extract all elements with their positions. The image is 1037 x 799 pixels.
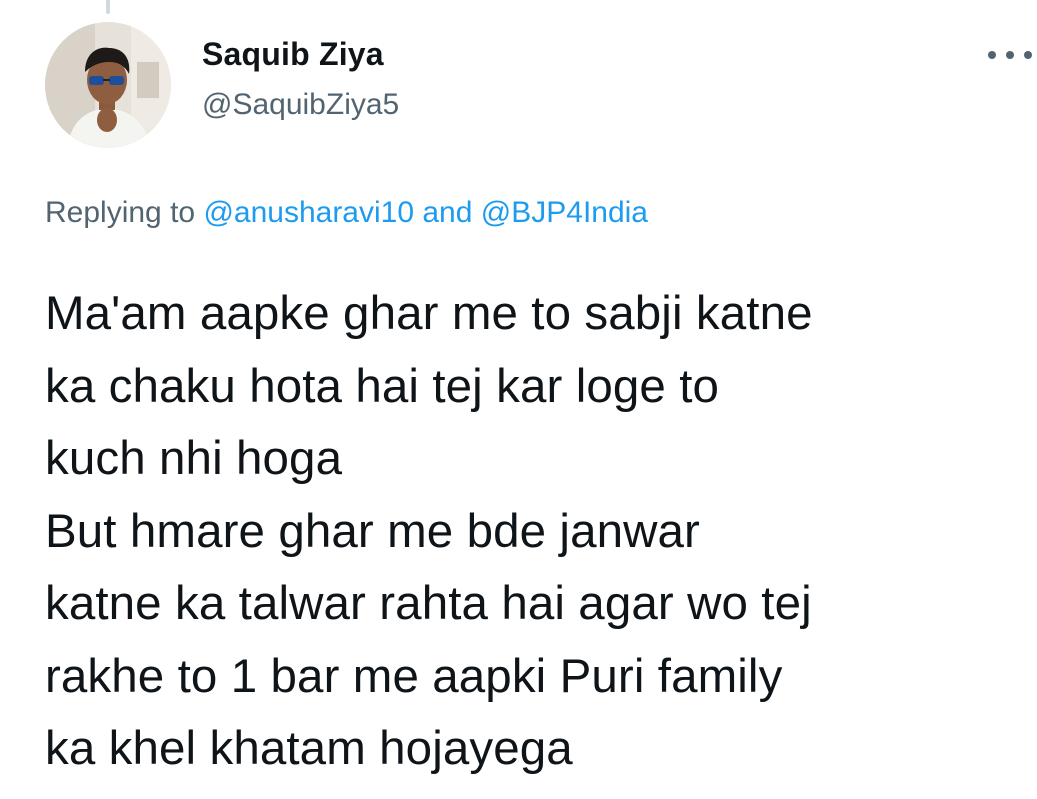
thread-connector-line xyxy=(106,0,110,14)
tweet-text-line: katne ka talwar rahta hai agar wo tej xyxy=(45,577,812,630)
dot xyxy=(1024,51,1032,59)
replying-to-prefix: Replying to xyxy=(45,196,196,229)
mention-link-anusharavi10[interactable]: @anusharavi10 xyxy=(203,196,414,229)
dot xyxy=(1006,51,1014,59)
tweet-text-line: rakhe to 1 bar me aapki Puri family xyxy=(45,649,783,703)
tweet-text-line: But hmare ghar me bde janwar xyxy=(45,504,700,558)
mention-joiner: and xyxy=(422,196,473,229)
author-display-name[interactable]: Saquib Ziya xyxy=(202,36,384,73)
tweet-text-line: Ma'am aapke ghar me to sabji katne xyxy=(45,287,813,340)
tweet-text-line: kuch nhi hoga xyxy=(45,432,343,485)
more-dots-icon[interactable] xyxy=(988,40,1032,70)
tweet-text-line: ka chaku hota hai tej kar loge to xyxy=(45,359,720,413)
dot xyxy=(988,51,996,59)
tweet-text: Ma'am aapke ghar me to sabji katne ka ch… xyxy=(45,278,1030,786)
tweet-text-line: ka khel khatam hojayega xyxy=(45,722,573,775)
replying-to-line: Replying to @anusharavi10 and @BJP4India xyxy=(45,196,648,230)
mention-link-bjp4india[interactable]: @BJP4India xyxy=(481,196,648,229)
profile-photo-icon xyxy=(45,22,171,148)
avatar[interactable] xyxy=(45,22,171,148)
author-handle[interactable]: @SaquibZiya5 xyxy=(202,88,399,122)
